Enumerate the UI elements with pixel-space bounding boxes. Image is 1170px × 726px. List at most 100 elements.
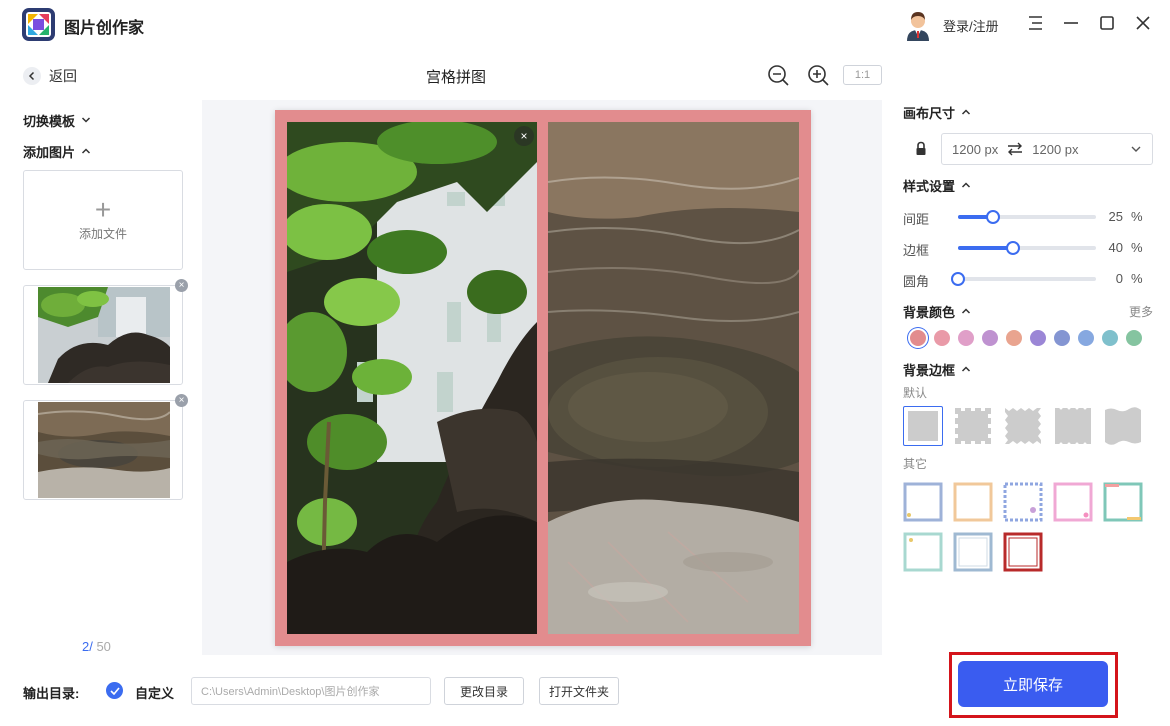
collage-cell-1[interactable] [287,122,537,634]
check-icon [109,686,120,695]
save-now-button[interactable]: 立即保存 [958,661,1108,707]
remove-thumbnail-2-button[interactable]: × [175,394,188,407]
user-avatar-icon[interactable] [904,9,932,41]
output-dir-label: 输出目录: [23,686,80,701]
color-swatch[interactable] [934,330,950,346]
border-style-colorful-frame[interactable] [1103,482,1143,522]
border-style-blue-frame[interactable] [903,482,943,522]
color-swatch[interactable] [1126,330,1142,346]
border-style-peach-frame[interactable] [953,482,993,522]
border-style-red-frame[interactable] [1003,532,1043,572]
minimize-icon[interactable] [1060,12,1082,34]
border-style-scalloped[interactable] [1053,406,1093,446]
canvas-size-title: 画布尺寸 [903,106,956,121]
color-swatch[interactable] [958,330,974,346]
add-images-toggle[interactable]: 添加图片 [23,142,91,161]
menu-icon[interactable] [1025,12,1047,34]
chevron-up-icon [961,362,971,377]
border-label: 边框 [903,243,930,258]
color-swatch[interactable] [910,330,926,346]
plus-icon: + [94,193,112,225]
collage-cell-2[interactable] [548,122,799,634]
bg-border-title: 背景边框 [903,363,956,378]
app-logo-icon [22,8,55,41]
add-file-label: 添加文件 [78,226,127,241]
bg-color-title: 背景颜色 [903,305,956,320]
image-thumbnail-2[interactable] [23,400,183,500]
bg-color-toggle[interactable]: 背景颜色 [903,302,971,321]
maximize-icon[interactable] [1096,12,1118,34]
color-swatch[interactable] [1006,330,1022,346]
zoom-out-icon[interactable] [766,63,790,87]
add-images-label: 添加图片 [23,145,76,160]
corner-radius-slider-handle[interactable] [951,272,965,286]
close-icon[interactable] [1132,12,1154,34]
spacing-value: 25 [1108,209,1123,224]
bg-border-toggle[interactable]: 背景边框 [903,360,971,379]
canvas-width-value: 1200 px [952,141,999,157]
custom-dir-label: 自定义 [135,686,175,701]
corner-radius-label: 圆角 [903,274,930,289]
image-thumbnail-1[interactable] [23,285,183,385]
border-style-steel-frame[interactable] [953,532,993,572]
change-dir-button[interactable]: 更改目录 [444,677,524,705]
remove-thumbnail-1-button[interactable]: × [175,279,188,292]
login-register-link[interactable]: 登录/注册 [943,16,999,35]
color-swatch[interactable] [1030,330,1046,346]
zoom-in-icon[interactable] [806,63,830,87]
custom-dir-checkbox[interactable] [106,682,123,699]
plant-thumbnail-image [38,287,170,383]
color-swatch[interactable] [1078,330,1094,346]
style-settings-toggle[interactable]: 样式设置 [903,176,971,195]
chevron-down-icon [1130,143,1142,155]
chevron-up-icon [81,144,91,159]
border-style-torn[interactable] [1103,406,1143,446]
switch-template-label: 切换模板 [23,114,76,129]
actual-size-button[interactable]: 1:1 [843,65,882,85]
border-style-notched[interactable] [953,406,993,446]
chevron-left-icon [23,67,41,85]
back-label: 返回 [49,68,77,84]
page-title: 宫格拼图 [426,69,487,86]
border-style-pink-frame[interactable] [1053,482,1093,522]
border-unit: % [1131,240,1143,255]
style-settings-title: 样式设置 [903,179,956,194]
stream-thumbnail-image [38,402,170,498]
lock-icon[interactable] [915,141,927,159]
more-colors-link[interactable]: 更多 [1129,303,1153,320]
canvas-size-select[interactable]: 1200 px 1200 px [941,133,1153,165]
border-slider-fill [958,246,1014,250]
counter-current: 2/ [82,639,93,654]
output-path-input[interactable] [191,677,431,705]
chevron-up-icon [961,178,971,193]
chevron-up-icon [961,304,971,319]
back-button[interactable]: 返回 [23,66,77,86]
border-slider-handle[interactable] [1006,241,1021,255]
spacing-slider-handle[interactable] [985,210,1000,224]
border-style-plain[interactable] [903,406,943,446]
spacing-slider[interactable] [958,210,1096,224]
corner-radius-unit: % [1131,271,1143,286]
border-slider[interactable] [958,241,1096,255]
corner-radius-value: 0 [1115,271,1123,286]
other-borders-label: 其它 [903,457,928,471]
color-swatch[interactable] [1102,330,1118,346]
color-swatch[interactable] [1054,330,1070,346]
border-style-jagged[interactable] [1003,406,1043,446]
canvas-size-toggle[interactable]: 画布尺寸 [903,103,971,122]
image-counter: 2/ 50 [82,639,111,654]
switch-template-toggle[interactable]: 切换模板 [23,111,91,130]
border-style-snowflake-frame[interactable] [1003,482,1043,522]
open-folder-button[interactable]: 打开文件夹 [539,677,619,705]
remove-cell-image-button[interactable]: × [514,126,534,146]
corner-radius-slider[interactable] [951,272,1096,286]
border-style-mint-frame[interactable] [903,532,943,572]
swap-arrows-icon[interactable] [1007,142,1023,156]
counter-total: 50 [92,639,111,654]
default-borders-label: 默认 [903,386,928,400]
chevron-down-icon [81,113,91,128]
chevron-up-icon [961,105,971,120]
collage-canvas[interactable] [275,110,811,646]
color-swatch[interactable] [982,330,998,346]
add-file-button[interactable]: + 添加文件 [23,170,183,270]
